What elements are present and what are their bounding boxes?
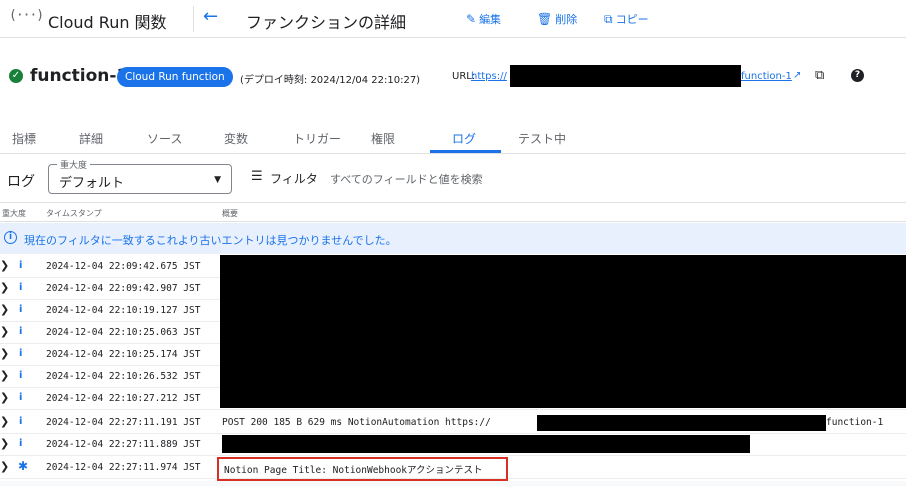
info-icon: i: [19, 304, 23, 315]
log-table-header: 重大度 タイムスタンプ 概要: [0, 202, 906, 222]
chevron-right-icon[interactable]: ❯: [0, 391, 9, 404]
function-url-link-suffix[interactable]: function-1: [741, 71, 792, 82]
tab-details[interactable]: 詳細: [79, 130, 103, 147]
filter-search-input[interactable]: すべてのフィールドと値を検索: [330, 171, 483, 187]
copy-button[interactable]: ⧉ コピー: [604, 11, 649, 27]
redacted-log-summaries: [220, 255, 906, 408]
deploy-time: (デプロイ時刻: 2024/12/04 22:10:27): [240, 75, 421, 86]
function-url-link[interactable]: https://: [471, 71, 507, 82]
info-icon: i: [19, 392, 23, 403]
info-icon: i: [19, 282, 23, 293]
info-icon: i: [19, 438, 23, 449]
divider: [193, 6, 194, 32]
chevron-right-icon[interactable]: ❯: [0, 281, 9, 294]
asterisk-icon: ✱: [18, 459, 29, 473]
redacted-log-summary: [222, 435, 750, 453]
edit-button-label: 編集: [479, 13, 502, 26]
log-timestamp: 2024-12-04 22:10:25.063 JST: [46, 327, 201, 338]
pencil-icon: ✎: [466, 12, 477, 26]
tab-variables[interactable]: 変数: [224, 130, 248, 147]
info-icon: i: [19, 370, 23, 381]
logs-title: ログ: [7, 174, 35, 190]
bottom-strip: [0, 481, 906, 486]
log-timestamp: 2024-12-04 22:27:11.191 JST: [46, 417, 201, 428]
chevron-right-icon[interactable]: ❯: [0, 437, 9, 450]
page-title: ファンクションの詳細: [246, 13, 407, 32]
log-timestamp: 2024-12-04 22:09:42.675 JST: [46, 261, 201, 272]
log-summary: POST 200 185 B 629 ms NotionAutomation h…: [222, 417, 491, 428]
tab-permissions[interactable]: 権限: [371, 130, 395, 147]
copy-icon: ⧉: [604, 11, 613, 26]
function-type-badge: Cloud Run function: [117, 67, 233, 87]
chevron-right-icon[interactable]: ❯: [0, 259, 9, 272]
function-name: function-1: [30, 66, 129, 86]
column-header-severity: 重大度: [2, 209, 26, 218]
info-banner-text: 現在のフィルタに一致するこれより古いエントリは見つかりませんでした。: [24, 234, 397, 247]
open-in-new-icon[interactable]: ↗: [793, 70, 801, 81]
top-app-bar: (···) Cloud Run 関数 ← ファンクションの詳細 ✎ 編集 🗑 削…: [0, 0, 906, 38]
tab-metrics[interactable]: 指標: [12, 130, 36, 147]
log-timestamp: 2024-12-04 22:27:11.974 JST: [46, 462, 201, 473]
redacted-request-url: [537, 415, 826, 431]
chevron-right-icon[interactable]: ❯: [0, 460, 9, 473]
back-arrow-icon[interactable]: ←: [203, 6, 218, 27]
info-icon: i: [4, 231, 17, 244]
trash-icon: 🗑: [537, 12, 553, 26]
info-icon: i: [19, 260, 23, 271]
function-header: ✓ function-1 Cloud Run function (デプロイ時刻:…: [0, 62, 906, 92]
column-header-timestamp: タイムスタンプ: [46, 209, 102, 218]
filter-label: フィルタ: [270, 172, 318, 186]
active-tab-indicator: [430, 150, 501, 153]
info-icon: i: [19, 416, 23, 427]
log-timestamp: 2024-12-04 22:10:19.127 JST: [46, 305, 201, 316]
dropdown-caret-icon: ▼: [214, 175, 221, 185]
log-timestamp: 2024-12-04 22:10:26.532 JST: [46, 371, 201, 382]
info-icon: i: [19, 348, 23, 359]
log-timestamp: 2024-12-04 22:10:25.174 JST: [46, 349, 201, 360]
log-summary-tail: function-1: [826, 417, 884, 428]
delete-button-label: 削除: [555, 13, 578, 26]
info-icon: i: [19, 326, 23, 337]
help-icon[interactable]: ?: [851, 69, 864, 82]
log-timestamp: 2024-12-04 22:27:11.889 JST: [46, 439, 201, 450]
redacted-url: [510, 65, 741, 87]
status-ok-icon: ✓: [9, 69, 23, 83]
chevron-right-icon[interactable]: ❯: [0, 415, 9, 428]
tab-logs[interactable]: ログ: [452, 130, 476, 147]
delete-button[interactable]: 🗑 削除: [537, 11, 577, 27]
highlight-annotation: [217, 457, 508, 481]
cloud-functions-logo-icon: (···): [9, 8, 44, 23]
product-name[interactable]: Cloud Run 関数: [48, 9, 167, 33]
chevron-right-icon[interactable]: ❯: [0, 369, 9, 382]
chevron-right-icon[interactable]: ❯: [0, 303, 9, 316]
log-row[interactable]: ❯ i 2024-12-04 22:27:11.191 JST POST 200…: [0, 412, 906, 434]
tab-triggers[interactable]: トリガー: [293, 130, 341, 147]
filter-icon[interactable]: ☰: [251, 169, 263, 184]
chevron-right-icon[interactable]: ❯: [0, 325, 9, 338]
severity-value: デフォルト: [59, 176, 125, 191]
info-banner: i 現在のフィルタに一致するこれより古いエントリは見つかりませんでした。: [0, 223, 906, 254]
copy-url-icon[interactable]: ⧉: [815, 68, 824, 83]
copy-button-label: コピー: [615, 13, 649, 26]
column-header-summary: 概要: [222, 209, 238, 218]
edit-button[interactable]: ✎ 編集: [466, 11, 501, 27]
log-timestamp: 2024-12-04 22:09:42.907 JST: [46, 283, 201, 294]
tab-source[interactable]: ソース: [147, 130, 182, 147]
log-row[interactable]: ❯ i 2024-12-04 22:27:11.889 JST: [0, 434, 906, 456]
severity-label: 重大度: [57, 158, 91, 171]
tab-testing[interactable]: テスト中: [518, 130, 566, 147]
chevron-right-icon[interactable]: ❯: [0, 347, 9, 360]
log-timestamp: 2024-12-04 22:10:27.212 JST: [46, 393, 201, 404]
